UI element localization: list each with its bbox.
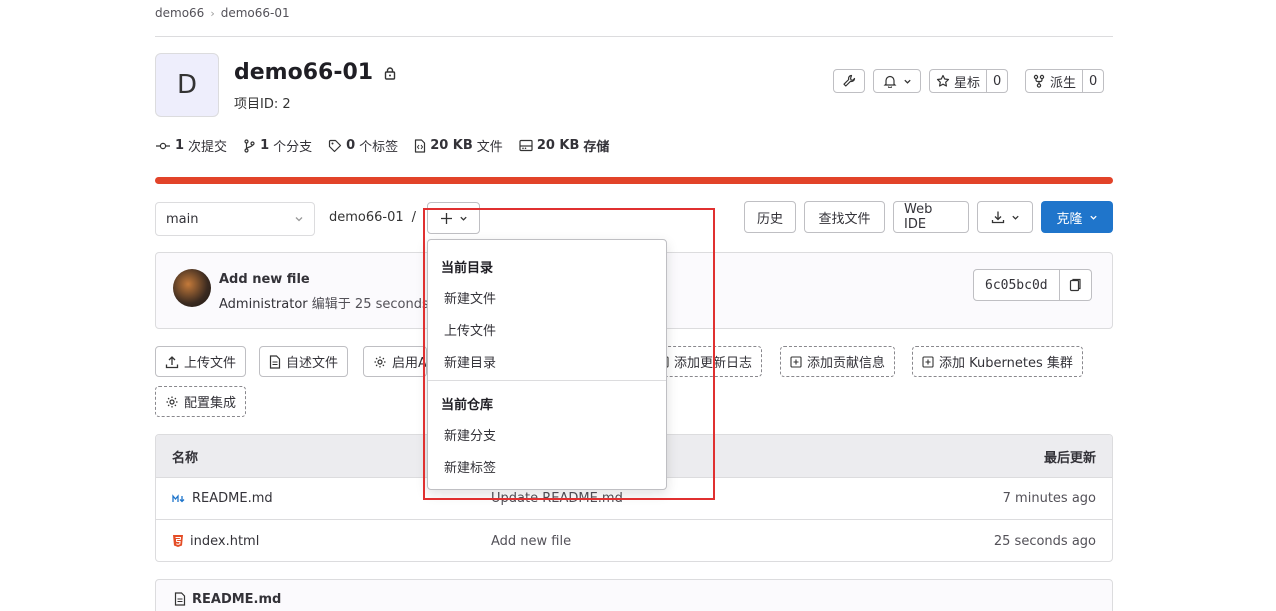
fork-button-group: 派生 0 xyxy=(1025,69,1105,93)
commit-sha-group: 6c05bc0d xyxy=(973,269,1092,301)
commit-title[interactable]: Add new file xyxy=(219,272,310,287)
gear-icon xyxy=(165,395,179,409)
readme-button[interactable]: 自述文件 xyxy=(259,346,349,377)
col-name: 名称 xyxy=(172,450,199,466)
upload-file-button[interactable]: 上传文件 xyxy=(155,346,247,377)
avatar[interactable] xyxy=(173,269,211,307)
commit-sha[interactable]: 6c05bc0d xyxy=(973,269,1060,301)
file-icon xyxy=(174,592,186,606)
document-icon xyxy=(269,354,281,369)
download-icon xyxy=(991,210,1005,224)
project-id: 项目ID: 2 xyxy=(234,97,291,112)
gear-icon xyxy=(373,355,387,369)
commit-meta: Administrator 编辑于 25 seconds ago xyxy=(219,293,457,312)
commit-icon xyxy=(155,140,171,152)
stat-tags[interactable]: 0 个标签 xyxy=(328,136,398,155)
breadcrumb-project[interactable]: demo66-01 xyxy=(221,6,290,20)
fork-button[interactable]: 派生 xyxy=(1025,69,1084,93)
settings-button[interactable] xyxy=(833,69,865,93)
markdown-icon xyxy=(172,493,186,504)
chevron-down-icon xyxy=(1089,213,1098,222)
highlight-box xyxy=(423,208,715,500)
chevron-right-icon: › xyxy=(210,6,215,20)
wrench-icon xyxy=(842,74,856,88)
fork-count[interactable]: 0 xyxy=(1083,69,1105,93)
stat-files[interactable]: 20 KB 文件 xyxy=(414,136,503,155)
project-stats: 1 次提交 1 个分支 0 个标签 20 KB 文件 20 KB 存储 xyxy=(155,136,609,155)
plus-square-icon xyxy=(790,355,802,368)
upload-icon xyxy=(165,355,179,369)
branch-name: main xyxy=(166,211,199,227)
clone-label: 克隆 xyxy=(1056,211,1083,227)
enable-devops-button[interactable]: 启用Auto DevOps xyxy=(363,346,427,377)
stat-branches[interactable]: 1 个分支 xyxy=(243,136,312,155)
copy-sha-button[interactable] xyxy=(1059,269,1092,301)
fork-label: 派生 xyxy=(1050,75,1077,91)
table-row[interactable]: index.html Add new file 25 seconds ago xyxy=(156,520,1112,561)
commit-author[interactable]: Administrator xyxy=(219,297,308,312)
copy-icon xyxy=(1069,278,1082,292)
file-icon xyxy=(414,138,426,153)
star-button-group: 星标 0 xyxy=(929,69,1009,93)
path-root[interactable]: demo66-01 xyxy=(329,210,404,225)
commit-message[interactable]: Add new file xyxy=(491,534,571,549)
history-button[interactable]: 历史 xyxy=(744,201,796,233)
web-ide-button[interactable]: Web IDE xyxy=(893,201,969,233)
branch-icon xyxy=(243,138,256,153)
tag-icon xyxy=(328,139,342,153)
file-name[interactable]: index.html xyxy=(172,534,491,549)
divider xyxy=(155,36,1113,37)
breadcrumb: demo66 › demo66-01 xyxy=(155,6,290,20)
add-contributing-button[interactable]: 添加贡献信息 xyxy=(780,346,896,377)
html-icon xyxy=(172,534,184,548)
stat-storage[interactable]: 20 KB 存储 xyxy=(519,136,609,155)
breadcrumb-group[interactable]: demo66 xyxy=(155,6,204,20)
star-count[interactable]: 0 xyxy=(987,69,1009,93)
last-update-time: 7 minutes ago xyxy=(1002,491,1096,506)
clone-button[interactable]: 克隆 xyxy=(1041,201,1113,233)
chevron-down-icon xyxy=(294,214,304,224)
language-bar xyxy=(155,177,1113,184)
commit-action: 编辑于 xyxy=(311,297,351,312)
chevron-down-icon xyxy=(1011,213,1020,222)
add-kubernetes-button[interactable]: 添加 Kubernetes 集群 xyxy=(912,346,1083,377)
plus-square-icon xyxy=(922,355,934,368)
configure-integrations-button[interactable]: 配置集成 xyxy=(155,386,247,417)
readme-title: README.md xyxy=(192,591,282,607)
star-button[interactable]: 星标 xyxy=(929,69,988,93)
stat-commits[interactable]: 1 次提交 xyxy=(155,136,227,155)
fork-icon xyxy=(1032,74,1046,88)
branch-selector[interactable]: main xyxy=(155,202,315,236)
star-label: 星标 xyxy=(954,75,981,91)
bell-icon xyxy=(883,74,897,88)
star-icon xyxy=(936,74,950,88)
page-title: demo66-01 xyxy=(234,60,397,85)
repo-path: demo66-01 / xyxy=(329,210,416,225)
download-button[interactable] xyxy=(977,201,1033,233)
last-update-time: 25 seconds ago xyxy=(993,533,1096,549)
col-last-update: 最后更新 xyxy=(1043,450,1096,466)
project-avatar: D xyxy=(155,53,219,117)
notifications-button[interactable] xyxy=(873,69,921,93)
path-separator: / xyxy=(411,210,417,225)
storage-icon xyxy=(519,139,533,152)
chevron-down-icon xyxy=(903,77,912,86)
find-file-button[interactable]: 查找文件 xyxy=(804,201,885,233)
readme-header: README.md xyxy=(155,579,1113,611)
lock-icon xyxy=(383,66,397,80)
project-name: demo66-01 xyxy=(234,60,374,85)
